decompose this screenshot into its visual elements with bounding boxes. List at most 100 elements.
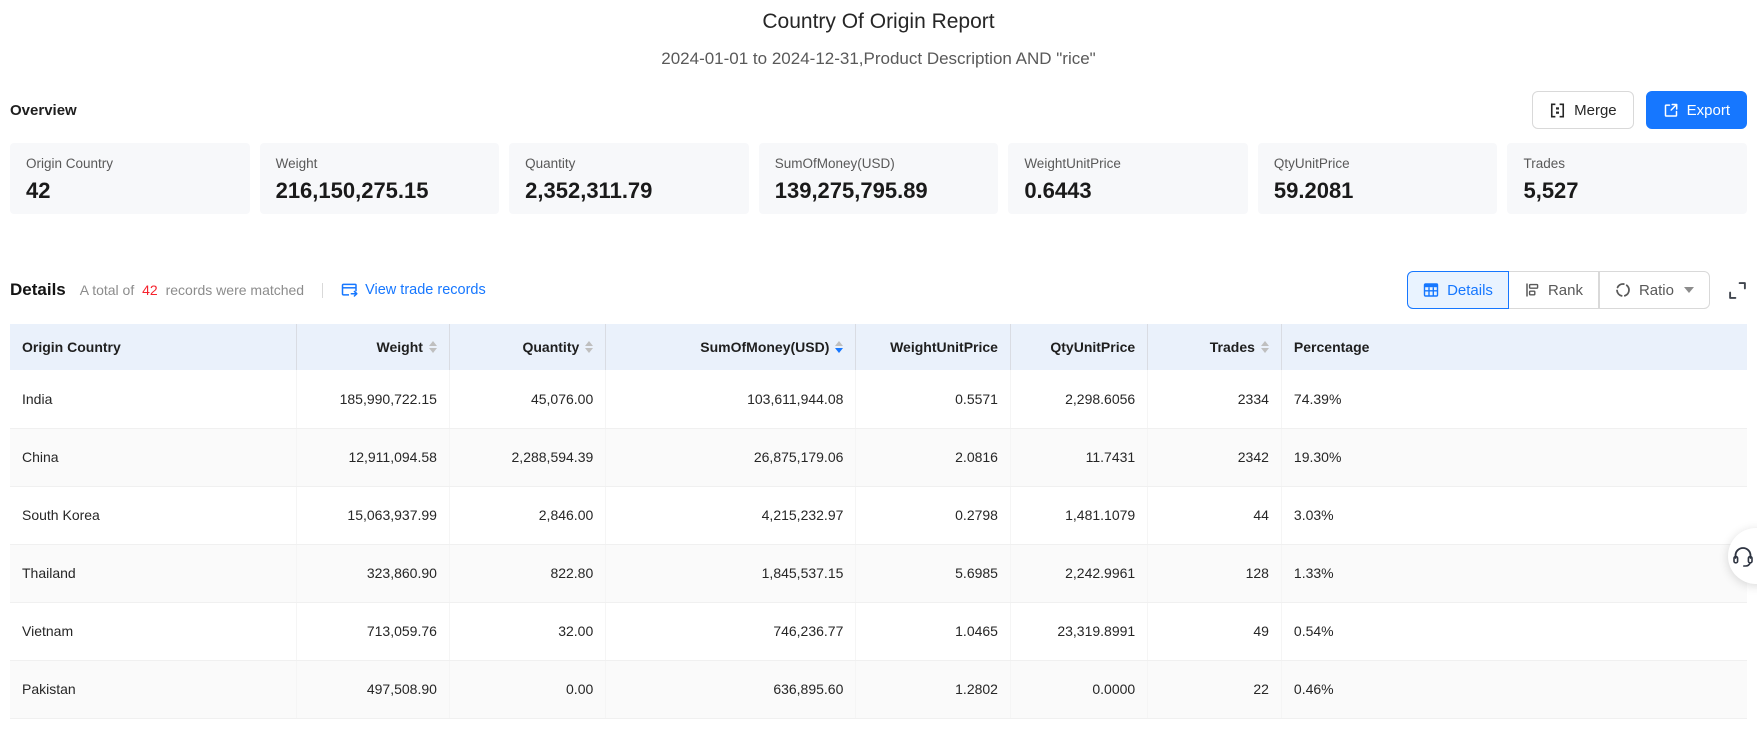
fullscreen-button[interactable] — [1728, 281, 1747, 300]
col-header-sum-of-money[interactable]: SumOfMoney(USD) — [605, 324, 857, 370]
table-cell: 0.2798 — [855, 486, 1011, 545]
table-cell: 0.46% — [1281, 660, 1747, 719]
table-cell: 0.5571 — [855, 370, 1011, 429]
sort-icon[interactable] — [428, 341, 437, 353]
export-icon — [1663, 102, 1679, 118]
stat-card-value: 5,527 — [1523, 178, 1579, 203]
table-cell: India — [10, 370, 298, 429]
table-cell: 15,063,937.99 — [296, 486, 450, 545]
table-icon — [1423, 282, 1439, 298]
stat-card-label: Trades — [1523, 156, 1565, 171]
col-header-weight[interactable]: Weight — [296, 324, 450, 370]
col-header-weight-unit-price: WeightUnitPrice — [855, 324, 1011, 370]
table-cell: 2,242.9961 — [1010, 544, 1149, 603]
table-cell: 497,508.90 — [296, 660, 450, 719]
table-header: Origin Country Weight Quantity SumOfMone… — [10, 324, 1747, 370]
table-cell: 12,911,094.58 — [296, 428, 450, 487]
table-cell: 103,611,944.08 — [605, 370, 857, 429]
table-cell: 323,860.90 — [296, 544, 450, 603]
headset-icon — [1733, 547, 1753, 567]
merge-button-label: Merge — [1574, 101, 1617, 119]
col-header-percentage: Percentage — [1281, 324, 1747, 370]
table-cell: 74.39% — [1281, 370, 1747, 429]
table-cell: 22 — [1147, 660, 1282, 719]
table-cell: 713,059.76 — [296, 602, 450, 661]
table-cell: 0.54% — [1281, 602, 1747, 661]
sort-icon[interactable] — [1260, 341, 1269, 353]
stat-card-sum-of-money: SumOfMoney(USD) 139,275,795.89 — [758, 143, 999, 214]
match-suffix: records were matched — [165, 282, 305, 298]
table-cell: 23,319.8991 — [1010, 602, 1149, 661]
merge-button[interactable]: Merge — [1532, 91, 1634, 129]
view-switcher: Details Rank Ratio — [1407, 271, 1747, 309]
stat-card-trades: Trades 5,527 — [1507, 143, 1748, 214]
table-cell: 1.0465 — [855, 602, 1011, 661]
stat-card-label: WeightUnitPrice — [1024, 156, 1121, 171]
divider — [322, 282, 324, 298]
table-cell: South Korea — [10, 486, 298, 545]
table-cell: 1,481.1079 — [1010, 486, 1149, 545]
tab-ratio[interactable]: Ratio — [1598, 271, 1710, 309]
overview-cards: Origin Country 42 Weight 216,150,275.15 … — [10, 143, 1748, 214]
table-cell: 4,215,232.97 — [605, 486, 857, 545]
trade-records-icon — [341, 283, 358, 298]
export-button[interactable]: Export — [1645, 91, 1747, 129]
stat-card-weight-unit-price: WeightUnitPrice 0.6443 — [1008, 143, 1248, 214]
stat-card-qty-unit-price: QtyUnitPrice 59.2081 — [1257, 143, 1498, 214]
stat-card-origin-country: Origin Country 42 — [10, 143, 250, 214]
stat-card-label: QtyUnitPrice — [1273, 156, 1350, 171]
table-row: India 185,990,722.15 45,076.00 103,611,944.… — [10, 370, 1747, 429]
table-cell: 45,076.00 — [449, 370, 607, 429]
col-header-quantity[interactable]: Quantity — [449, 324, 607, 370]
col-header-trades[interactable]: Trades — [1147, 324, 1282, 370]
table-cell: China — [10, 428, 298, 487]
details-heading: Details — [10, 280, 66, 299]
table-body: India 185,990,722.15 45,076.00 103,611,944.… — [10, 370, 1747, 719]
table-cell: 44 — [1147, 486, 1282, 545]
stat-card-weight: Weight 216,150,275.15 — [259, 143, 500, 214]
col-header-qty-unit-price: QtyUnitPrice — [1010, 324, 1149, 370]
table-cell: Pakistan — [10, 660, 298, 719]
table-cell: 19.30% — [1281, 428, 1747, 487]
table-cell: Thailand — [10, 544, 298, 603]
stat-card-value: 0.6443 — [1024, 178, 1092, 203]
sort-icon-active-desc[interactable] — [835, 341, 844, 353]
view-trade-records-link[interactable]: View trade records — [341, 282, 486, 298]
rank-icon — [1524, 282, 1540, 298]
stat-card-value: 139,275,795.89 — [774, 178, 928, 203]
table-cell: 128 — [1147, 544, 1282, 603]
table-cell: 0.00 — [449, 660, 607, 719]
table-row: China 12,911,094.58 2,288,594.39 26,875,179… — [10, 428, 1747, 487]
match-summary: A total of 42 records were matched — [80, 282, 304, 298]
table-row: Pakistan 497,508.90 0.00 636,895.60 1.2802 0.… — [10, 660, 1747, 719]
table-cell: Vietnam — [10, 602, 298, 661]
table-cell: 2,288,594.39 — [449, 428, 607, 487]
stat-card-value: 2,352,311.79 — [525, 178, 653, 203]
table-cell: 2,846.00 — [449, 486, 607, 545]
table-cell: 2.0816 — [855, 428, 1011, 487]
tab-details[interactable]: Details — [1407, 271, 1509, 309]
tab-rank[interactable]: Rank — [1508, 271, 1599, 309]
overview-heading: Overview — [10, 101, 77, 119]
details-bar: Details A total of 42 records were match… — [10, 270, 1747, 310]
stat-card-value: 42 — [26, 178, 51, 203]
table-row: South Korea 15,063,937.99 2,846.00 4,215,23… — [10, 486, 1747, 545]
sort-icon[interactable] — [585, 341, 594, 353]
table-cell: 2342 — [1147, 428, 1282, 487]
stat-card-quantity: Quantity 2,352,311.79 — [509, 143, 749, 214]
page-title: Country Of Origin Report — [762, 10, 995, 33]
merge-icon — [1549, 102, 1566, 119]
view-tabs: Details Rank Ratio — [1407, 271, 1710, 309]
table-cell: 0.0000 — [1010, 660, 1149, 719]
tab-details-label: Details — [1447, 281, 1493, 299]
caret-down-icon — [1684, 287, 1694, 293]
table-row: Thailand 323,860.90 822.80 1,845,537.15 5.69… — [10, 544, 1747, 603]
match-count: 42 — [142, 282, 158, 298]
tab-rank-label: Rank — [1547, 281, 1583, 299]
table-cell: 1,845,537.15 — [605, 544, 857, 603]
table-cell: 3.03% — [1281, 486, 1747, 545]
tab-ratio-label: Ratio — [1638, 281, 1674, 299]
table-cell: 32.00 — [449, 602, 607, 661]
report-header: Country Of Origin Report 2024-01-01 to 2… — [10, 0, 1747, 69]
table-cell: 2,298.6056 — [1010, 370, 1149, 429]
